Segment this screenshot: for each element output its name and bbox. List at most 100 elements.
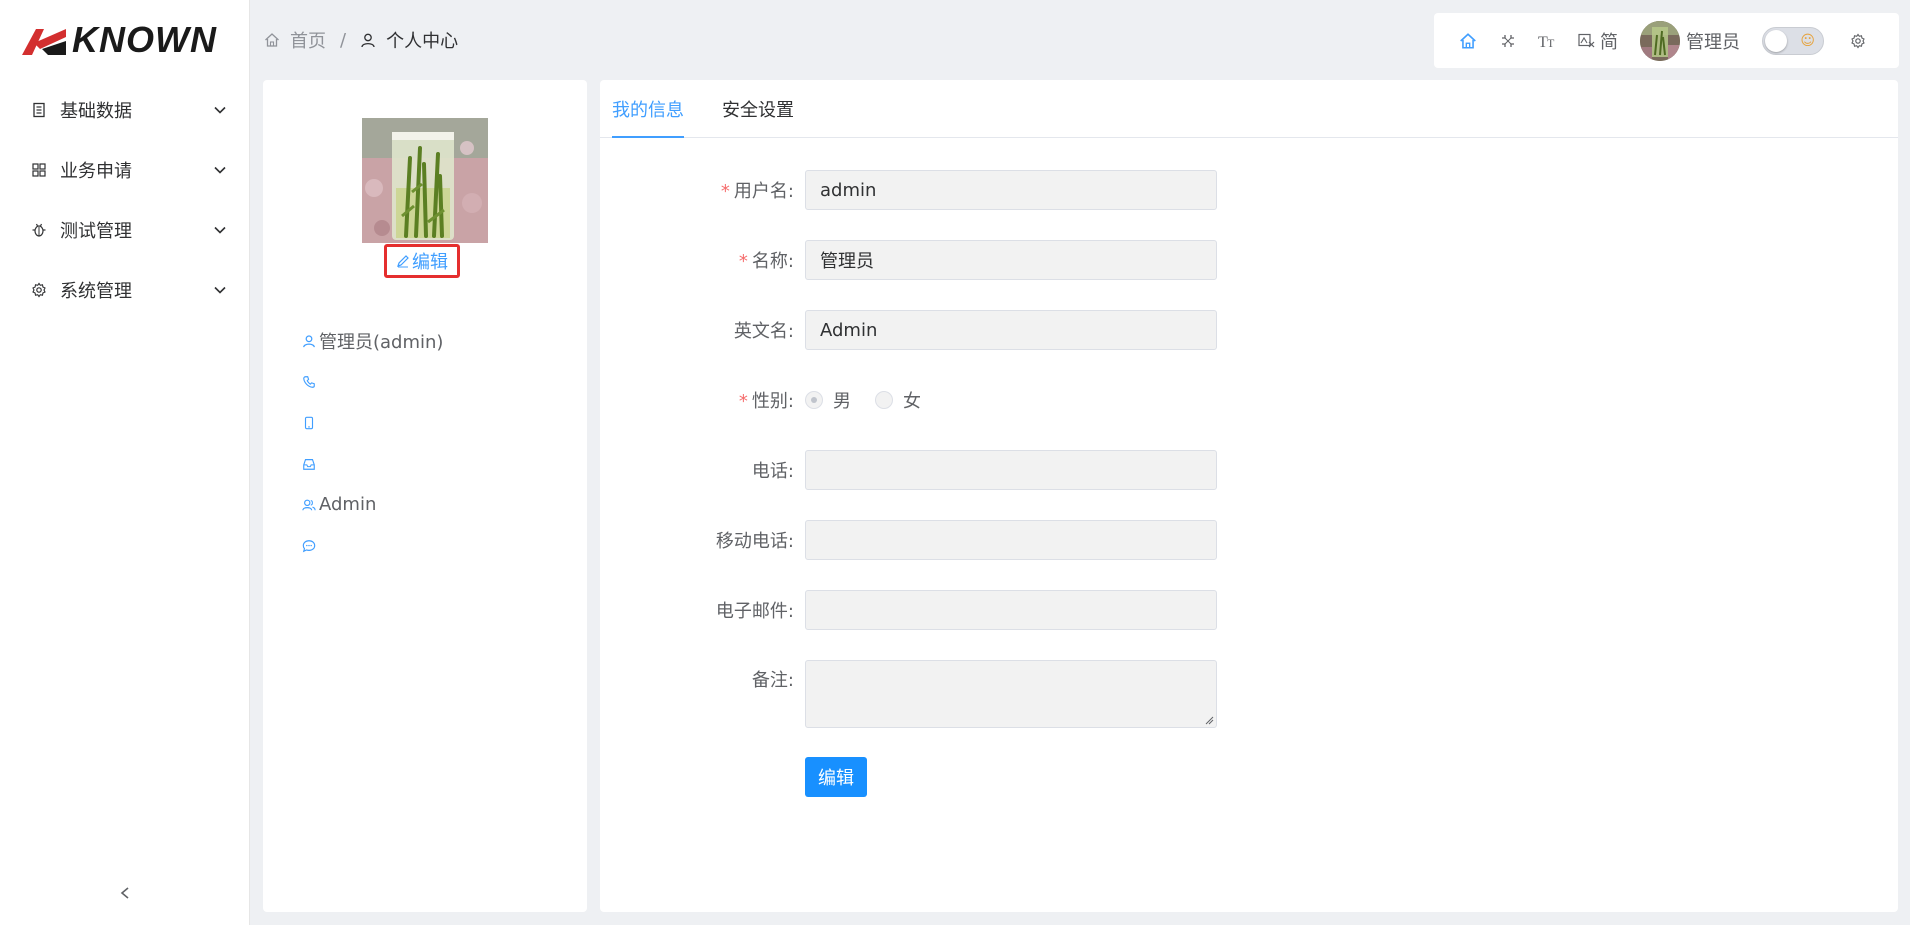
phone-icon [301, 374, 317, 390]
breadcrumb-home-label: 首页 [290, 31, 326, 52]
chevron-down-icon [212, 222, 228, 238]
english-name-label: 英文名: [733, 321, 794, 342]
collapse-sidebar-button[interactable] [115, 883, 135, 903]
tabs: 我的信息 安全设置 [600, 80, 1898, 138]
required-mark: * [738, 391, 748, 412]
breadcrumb-home[interactable]: 首页 [264, 27, 326, 53]
mobile-row: 移动电话: [600, 520, 1898, 560]
name-field[interactable]: 管理员 [805, 240, 1217, 280]
document-icon [30, 101, 48, 119]
users-icon [301, 497, 317, 513]
language-label: 简 [1600, 31, 1618, 53]
logo: KNOWN [22, 22, 217, 58]
gender-row: * 性别: 男 女 [600, 380, 1898, 420]
chevron-down-icon [212, 162, 228, 178]
svg-text:T: T [1547, 36, 1555, 50]
sidebar-item-business[interactable]: 业务申请 [0, 140, 250, 200]
edit-submit-button[interactable]: 编辑 [805, 757, 867, 797]
username-label: * 用户名: [720, 181, 794, 202]
language-button[interactable]: 简 [1578, 29, 1618, 53]
home-button[interactable] [1458, 29, 1478, 53]
sidebar-item-label: 测试管理 [60, 221, 132, 242]
chevron-left-icon [120, 887, 129, 899]
english-name-row: 英文名: Admin [600, 310, 1898, 350]
profile-remark-row [301, 525, 561, 566]
header-toolbar: TT 简 管理员 ☺ [1434, 13, 1899, 68]
gear-icon [1851, 33, 1865, 48]
grid-icon [30, 161, 48, 179]
switch-knob [1765, 29, 1787, 52]
profile-english-name-row: Admin [301, 484, 561, 525]
fullscreen-button[interactable] [1498, 29, 1518, 53]
mobile-field[interactable] [805, 520, 1217, 560]
english-name-field[interactable]: Admin [805, 310, 1217, 350]
gender-radio-group: 男 女 [805, 380, 945, 420]
font-size-button[interactable]: TT [1538, 29, 1558, 53]
required-mark: * [738, 251, 748, 272]
edit-avatar-label: 编辑 [412, 252, 448, 273]
phone-label: 电话: [751, 461, 794, 482]
sidebar-item-test[interactable]: 测试管理 [0, 200, 250, 260]
theme-toggle[interactable]: ☺ [1762, 26, 1824, 55]
sun-icon: ☺ [1800, 32, 1815, 49]
remark-textarea[interactable] [805, 660, 1217, 728]
home-icon [264, 32, 280, 48]
tab-security[interactable]: 安全设置 [722, 96, 794, 138]
profile-english-name: Admin [319, 494, 377, 515]
profile-name: 管理员(admin) [319, 331, 444, 353]
sidebar-item-label: 系统管理 [60, 281, 132, 302]
user-icon [301, 333, 317, 349]
mobile-label: 移动电话: [715, 531, 794, 552]
user-menu[interactable]: 管理员 [1640, 20, 1740, 61]
logo-mark-icon [22, 25, 70, 55]
edit-avatar-button[interactable]: 编辑 [384, 244, 460, 278]
chevron-down-icon [212, 282, 228, 298]
email-row: 电子邮件: [600, 590, 1898, 630]
profile-card: 编辑 管理员(admin) Admin [263, 80, 587, 912]
tab-my-info[interactable]: 我的信息 [612, 96, 684, 138]
username-field[interactable]: admin [805, 170, 1217, 210]
logo-text: KNOWN [72, 19, 217, 60]
radio-circle [875, 391, 893, 409]
username-row: * 用户名: admin [600, 170, 1898, 210]
gender-female-radio[interactable]: 女 [875, 387, 921, 413]
sidebar-item-basic-data[interactable]: 基础数据 [0, 80, 250, 140]
phone-row: 电话: [600, 450, 1898, 490]
gear-icon [30, 281, 48, 299]
chevron-down-icon [212, 102, 228, 118]
profile-avatar [362, 118, 488, 243]
sidebar-item-system[interactable]: 系统管理 [0, 260, 250, 320]
chat-icon [301, 538, 317, 554]
fullscreen-icon [1502, 34, 1514, 47]
mobile-icon [301, 415, 317, 431]
breadcrumb-separator: / [340, 29, 347, 51]
submit-row: 编辑 [600, 757, 1898, 797]
theme-switch: ☺ [1762, 26, 1824, 55]
avatar [1640, 20, 1680, 61]
gender-male-radio[interactable]: 男 [805, 387, 851, 413]
bug-icon [30, 221, 48, 239]
radio-label: 女 [903, 391, 921, 412]
user-icon [360, 32, 376, 48]
settings-button[interactable] [1848, 29, 1868, 53]
remark-label: 备注: [751, 670, 794, 691]
required-mark: * [720, 181, 730, 202]
sidebar-item-label: 业务申请 [60, 161, 132, 182]
email-label: 电子邮件: [715, 601, 794, 622]
sidebar-item-label: 基础数据 [60, 101, 132, 122]
breadcrumb-current: 个人中心 [360, 27, 458, 53]
profile-info-list: 管理员(admin) Admin [301, 320, 561, 566]
home-icon [1460, 32, 1476, 49]
name-label: * 名称: [738, 251, 794, 272]
gender-label: * 性别: [738, 391, 794, 412]
radio-label: 男 [833, 391, 851, 412]
inbox-icon [301, 456, 317, 472]
sidebar-menu: 基础数据 业务申请 测试管理 系统管理 [0, 80, 250, 320]
resize-grip-icon[interactable] [1204, 715, 1214, 725]
translate-icon [1578, 33, 1595, 47]
breadcrumb-current-label: 个人中心 [386, 31, 459, 52]
form-card: 我的信息 安全设置 * 用户名: admin * 名称: 管理员 英文名: Admi… [600, 80, 1898, 912]
name-row: * 名称: 管理员 [600, 240, 1898, 280]
phone-field[interactable] [805, 450, 1217, 490]
email-field[interactable] [805, 590, 1217, 630]
